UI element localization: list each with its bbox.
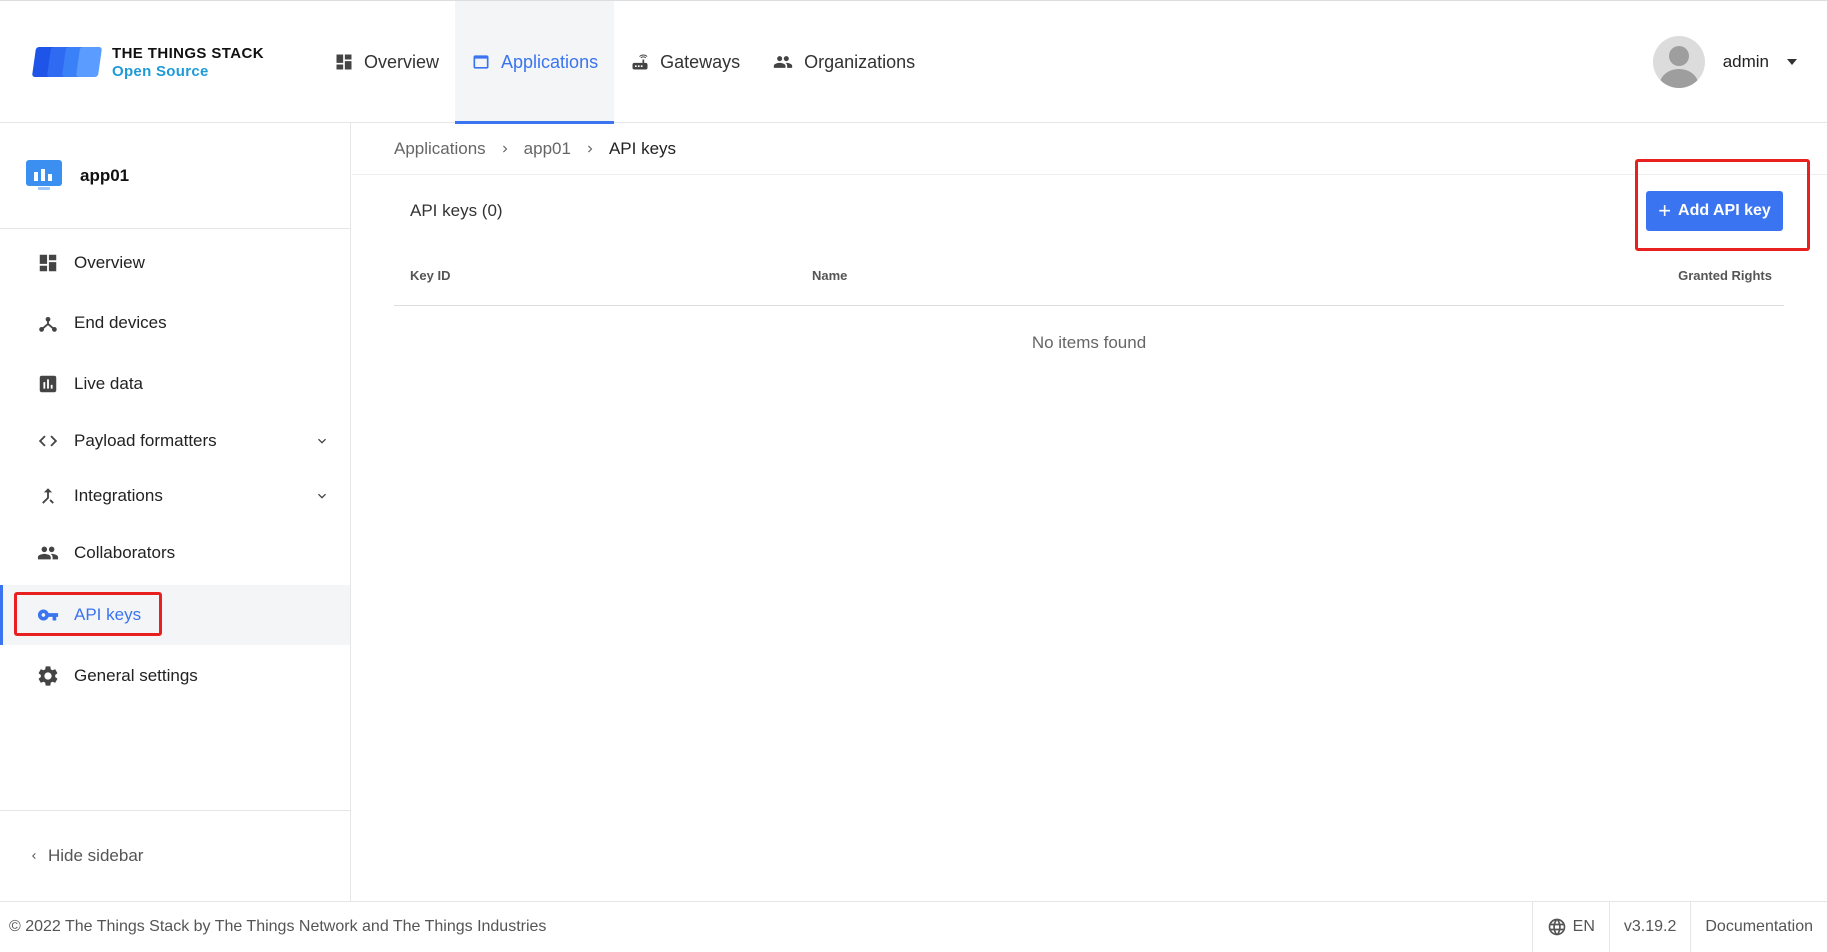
topnav-overview[interactable]: Overview <box>318 1 455 123</box>
topnav-overview-label: Overview <box>364 51 440 72</box>
column-granted-rights[interactable]: Granted Rights <box>1678 268 1772 283</box>
empty-state: No items found <box>1031 333 1147 352</box>
chevron-down-icon[interactable] <box>314 433 330 449</box>
sidebar-item-label: API keys <box>74 605 142 624</box>
main-content: Applications app01 API keys API keys (0)… <box>352 123 1827 901</box>
user-menu[interactable]: admin <box>1652 36 1797 88</box>
brand-subtitle: Open Source <box>112 62 209 80</box>
language-label: EN <box>1572 918 1595 935</box>
people-icon <box>37 546 59 560</box>
merge-icon <box>42 488 54 504</box>
version-label: v3.19.2 <box>1608 902 1690 952</box>
add-api-key-label: Add API key <box>1678 202 1771 219</box>
brand-logo[interactable]: THE THINGS STACK Open Source <box>31 43 264 81</box>
top-header: THE THINGS STACK Open Source Overview Ap… <box>0 0 1827 124</box>
chevron-down-icon[interactable] <box>314 488 330 504</box>
sidebar-item-live-data[interactable]: Live data <box>0 354 350 414</box>
topnav-gateways[interactable]: Gateways <box>614 1 756 123</box>
hide-sidebar-label: Hide sidebar <box>48 846 144 865</box>
top-navigation: Overview Applications Gateways Organizat… <box>318 1 931 124</box>
language-selector[interactable]: EN <box>1531 902 1609 952</box>
breadcrumb-applications[interactable]: Applications <box>394 139 486 159</box>
sidebar-item-label: Live data <box>74 374 143 393</box>
column-key-id[interactable]: Key ID <box>410 268 450 283</box>
hide-sidebar-button[interactable]: Hide sidebar <box>0 810 350 901</box>
sidebar-item-end-devices[interactable]: End devices <box>0 293 350 353</box>
topnav-organizations-label: Organizations <box>804 51 916 72</box>
topnav-applications[interactable]: Applications <box>455 1 615 124</box>
sidebar-item-general-settings[interactable]: General settings <box>0 646 350 706</box>
people-icon <box>773 56 793 68</box>
sidebar-item-label: Overview <box>74 253 145 272</box>
user-name: admin <box>1722 52 1769 71</box>
caret-down-icon <box>1787 59 1797 65</box>
dashboard-icon <box>39 254 57 272</box>
bar-chart-icon <box>39 375 57 393</box>
dashboard-icon <box>336 54 352 70</box>
router-icon <box>632 54 648 70</box>
topnav-gateways-label: Gateways <box>660 51 741 72</box>
avatar <box>1652 36 1705 88</box>
key-icon <box>37 609 59 621</box>
sidebar-item-api-keys[interactable]: API keys <box>0 585 350 645</box>
sidebar-item-label: End devices <box>74 313 167 332</box>
sidebar-item-label: Collaborators <box>74 543 176 562</box>
brand-title: THE THINGS STACK <box>112 44 264 62</box>
table-title: API keys (0) <box>410 201 503 220</box>
sidebar: app01 Overview End devices Live data Pay… <box>0 123 351 901</box>
sidebar-app-header: app01 <box>0 123 350 229</box>
topnav-applications-label: Applications <box>501 51 599 72</box>
chevron-right-icon <box>502 145 508 152</box>
column-name[interactable]: Name <box>812 268 847 283</box>
globe-icon <box>1548 918 1565 936</box>
footer: © 2022 The Things Stack by The Things Ne… <box>0 901 1827 952</box>
app-name: app01 <box>80 165 130 185</box>
application-icon <box>26 159 62 190</box>
plus-icon: + <box>1658 198 1672 223</box>
add-api-key-button[interactable]: + Add API key <box>1646 191 1783 231</box>
sidebar-item-payload-formatters[interactable]: Payload formatters <box>0 411 350 471</box>
sidebar-item-collaborators[interactable]: Collaborators <box>0 523 350 583</box>
device-network-icon <box>39 316 57 332</box>
chevron-left-icon <box>32 853 36 859</box>
table-header: Key ID Name Granted Rights <box>394 256 1784 306</box>
sidebar-item-label: Integrations <box>74 486 163 505</box>
breadcrumb-api-keys: API keys <box>608 138 677 158</box>
chevron-right-icon <box>587 145 593 152</box>
sidebar-item-label: General settings <box>74 666 198 685</box>
sidebar-item-integrations[interactable]: Integrations <box>0 466 350 526</box>
footer-copyright: © 2022 The Things Stack by The Things Ne… <box>9 918 547 935</box>
breadcrumb-app01[interactable]: app01 <box>524 139 571 159</box>
window-icon <box>473 55 489 69</box>
things-stack-logo-icon <box>31 43 103 81</box>
sidebar-item-label: Payload formatters <box>74 431 217 450</box>
breadcrumb: Applications app01 API keys <box>352 123 1827 175</box>
documentation-link[interactable]: Documentation <box>1690 902 1827 952</box>
gear-icon <box>38 666 58 686</box>
code-icon <box>38 435 58 447</box>
sidebar-item-overview[interactable]: Overview <box>0 233 350 293</box>
topnav-organizations[interactable]: Organizations <box>756 1 931 123</box>
